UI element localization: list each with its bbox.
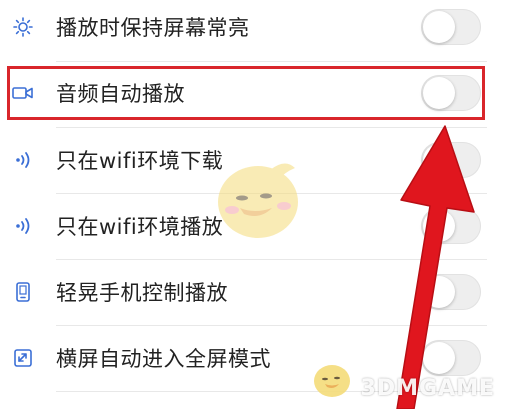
annotation-arrow (396, 125, 475, 409)
watermark-logo: 3DMGAME (360, 376, 495, 401)
